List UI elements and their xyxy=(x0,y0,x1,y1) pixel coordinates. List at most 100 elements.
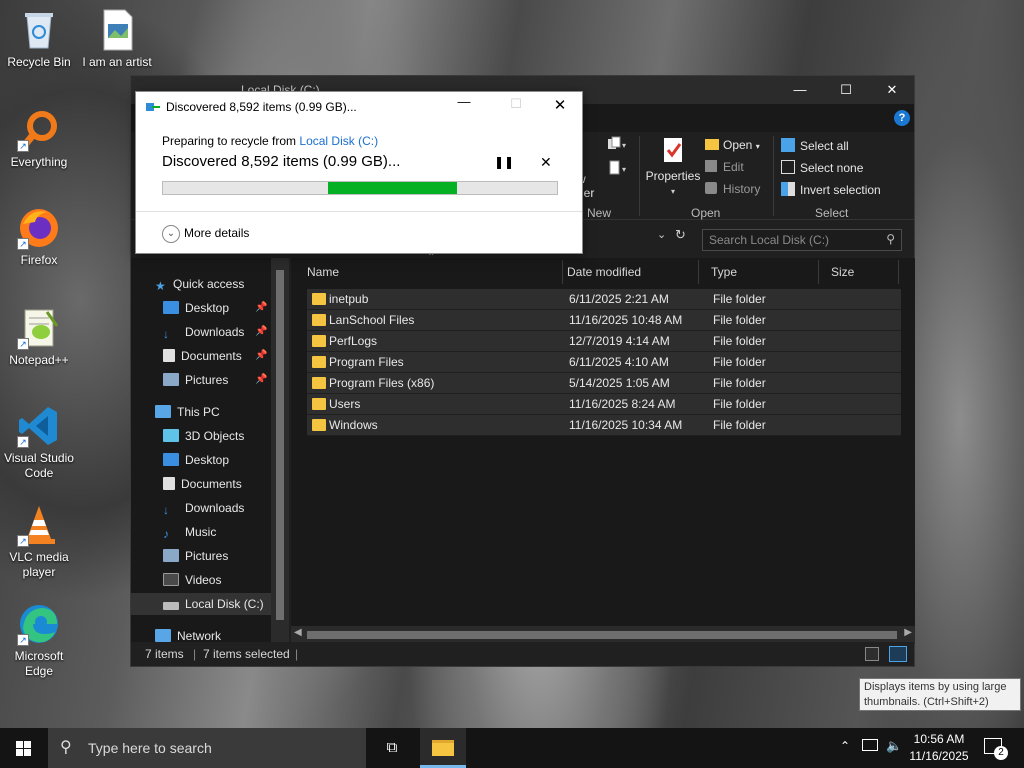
nav-item-videos[interactable]: Videos xyxy=(163,569,221,591)
desktop-icon-label: Firefox xyxy=(20,253,58,267)
pin-icon[interactable]: 📌 xyxy=(255,350,267,361)
scroll-left-icon[interactable]: ◀ xyxy=(294,627,302,638)
nav-item-documents[interactable]: Documents xyxy=(163,345,242,367)
folder-icon xyxy=(312,377,326,389)
taskbar-search-box[interactable]: ⚲ Type here to search xyxy=(48,728,366,768)
video-icon xyxy=(163,573,179,586)
easy-access-button[interactable]: ▾ xyxy=(607,160,629,179)
navigation-pane: ★ Quick access Desktop 📌 ↓ Downloads 📌 Doc… xyxy=(131,258,289,644)
refresh-icon[interactable]: ↻ xyxy=(675,227,686,243)
desktop-icon-recycle-bin[interactable]: Recycle Bin xyxy=(0,8,78,70)
everything-search-icon: ↗ xyxy=(17,108,61,152)
desktop-icon-vlc[interactable]: ↗ VLC media player xyxy=(0,503,78,580)
nav-item-pc-pictures[interactable]: Pictures xyxy=(163,545,228,567)
shortcut-arrow-icon: ↗ xyxy=(17,535,29,547)
desktop-icon-label: Microsoft Edge xyxy=(14,649,64,678)
maximize-button[interactable]: ☐ xyxy=(823,76,869,104)
hard-drive-icon xyxy=(163,602,179,610)
more-details-button[interactable]: ⌄ More details xyxy=(162,223,249,243)
desktop-icon-firefox[interactable]: ↗ Firefox xyxy=(0,206,78,268)
volume-muted-icon[interactable]: 🔈 xyxy=(886,738,902,754)
task-view-button[interactable]: ⧉ xyxy=(372,728,412,768)
details-view-icon[interactable] xyxy=(865,647,879,661)
properties-button[interactable]: Properties ▾ xyxy=(645,136,701,197)
clock-time: 10:56 AM xyxy=(913,732,965,746)
table-row[interactable]: Windows 11/16/2025 10:34 AM File folder xyxy=(307,415,901,436)
shortcut-arrow-icon: ↗ xyxy=(17,238,29,250)
nav-item-quick-access[interactable]: ★ Quick access xyxy=(155,273,244,295)
clock-date: 11/16/2025 xyxy=(909,749,969,763)
notifications-button[interactable]: 2 xyxy=(980,734,1010,762)
taskbar: ⚲ Type here to search ⧉ ⌃ 🔈 10:56 AM 11/… xyxy=(0,728,1024,768)
close-button[interactable]: ✕ xyxy=(869,76,915,104)
desktop-icon-vscode[interactable]: ↗ Visual Studio Code xyxy=(0,404,78,481)
edit-button[interactable]: Edit xyxy=(705,160,744,174)
pin-icon[interactable]: 📌 xyxy=(255,326,267,337)
select-all-button[interactable]: Select all xyxy=(781,138,849,153)
table-row[interactable]: Program Files (x86) 5/14/2025 1:05 AM Fi… xyxy=(307,373,901,394)
nav-item-local-disk[interactable]: Local Disk (C:) xyxy=(131,593,271,615)
item-count: 7 items xyxy=(145,647,184,661)
nav-scrollbar[interactable] xyxy=(271,258,289,644)
star-icon: ★ xyxy=(155,279,166,293)
documents-icon xyxy=(163,349,175,362)
nav-item-pictures[interactable]: Pictures xyxy=(163,369,228,391)
search-icon: ⚲ xyxy=(60,739,72,756)
status-bar: 7 items | 7 items selected | xyxy=(131,642,914,666)
open-button[interactable]: Open ▾ xyxy=(705,138,760,152)
desktop-icon-edge[interactable]: ↗ Microsoft Edge xyxy=(0,602,78,679)
pause-button[interactable]: ❚❚ xyxy=(494,155,514,169)
pictures-icon xyxy=(163,549,179,562)
show-hidden-icons-button[interactable]: ⌃ xyxy=(840,739,850,753)
taskbar-file-explorer[interactable] xyxy=(420,728,466,768)
desktop-icon-image-file[interactable]: I am an artist xyxy=(78,8,156,70)
table-row[interactable]: PerfLogs 12/7/2019 4:14 AM File folder xyxy=(307,331,901,352)
nav-item-pc-desktop[interactable]: Desktop xyxy=(163,449,229,471)
minimize-button[interactable]: — xyxy=(777,76,823,104)
table-row[interactable]: Users 11/16/2025 8:24 AM File folder xyxy=(307,394,901,415)
dialog-close-button[interactable]: ✕ xyxy=(550,96,570,114)
nav-item-desktop[interactable]: Desktop xyxy=(163,297,229,319)
network-status-icon[interactable] xyxy=(862,739,878,751)
table-row[interactable]: Program Files 6/11/2025 4:10 AM File fol… xyxy=(307,352,901,373)
open-folder-icon xyxy=(705,139,719,150)
nav-item-music[interactable]: ♪ Music xyxy=(163,521,216,543)
new-item-button[interactable]: ▾ xyxy=(607,136,629,155)
nav-item-3d-objects[interactable]: 3D Objects xyxy=(163,425,244,447)
desktop-icon-notepadpp[interactable]: ↗ Notepad++ xyxy=(0,306,78,368)
cancel-button[interactable]: ✕ xyxy=(540,154,552,171)
scroll-thumb[interactable] xyxy=(276,270,284,620)
column-header-date[interactable]: Date modified xyxy=(555,260,699,284)
discovered-headline: Discovered 8,592 items (0.99 GB)... xyxy=(162,153,401,170)
folder-icon xyxy=(432,740,454,756)
nav-item-downloads[interactable]: ↓ Downloads xyxy=(163,321,244,343)
invert-selection-button[interactable]: Invert selection xyxy=(781,182,881,197)
nav-item-pc-documents[interactable]: Documents xyxy=(163,473,242,495)
desktop-icon-everything[interactable]: ↗ Everything xyxy=(0,108,78,170)
column-header-name[interactable]: Name xyxy=(295,260,563,284)
nav-item-pc-downloads[interactable]: ↓ Downloads xyxy=(163,497,244,519)
history-button[interactable]: History xyxy=(705,182,760,196)
pin-icon[interactable]: 📌 xyxy=(255,374,267,385)
table-row[interactable]: LanSchool Files 11/16/2025 10:48 AM File… xyxy=(307,310,901,331)
dialog-minimize-button[interactable]: — xyxy=(454,94,474,116)
column-header-size[interactable]: Size xyxy=(819,260,899,284)
table-row[interactable]: inetpub 6/11/2025 2:21 AM File folder xyxy=(307,289,901,310)
image-file-icon xyxy=(95,8,139,52)
nav-item-this-pc[interactable]: This PC xyxy=(155,401,220,423)
ribbon-group-open: Open xyxy=(691,206,721,220)
large-icons-view-icon[interactable] xyxy=(889,646,907,662)
search-input[interactable]: Search Local Disk (C:) ⚲ xyxy=(702,229,902,251)
folder-icon xyxy=(312,293,326,305)
start-button[interactable] xyxy=(0,728,48,768)
preparing-text: Preparing to recycle from Local Disk (C:… xyxy=(162,134,379,148)
clock[interactable]: 10:56 AM 11/16/2025 xyxy=(906,731,972,765)
help-icon[interactable]: ? xyxy=(894,110,910,126)
address-dropdown-icon[interactable]: ⌄ xyxy=(657,228,666,241)
source-link[interactable]: Local Disk (C:) xyxy=(299,134,378,148)
pin-icon[interactable]: 📌 xyxy=(255,302,267,313)
scroll-thumb[interactable] xyxy=(307,631,897,639)
column-header-type[interactable]: Type xyxy=(699,260,819,284)
scroll-right-icon[interactable]: ▶ xyxy=(904,627,912,638)
select-none-button[interactable]: Select none xyxy=(781,160,863,175)
